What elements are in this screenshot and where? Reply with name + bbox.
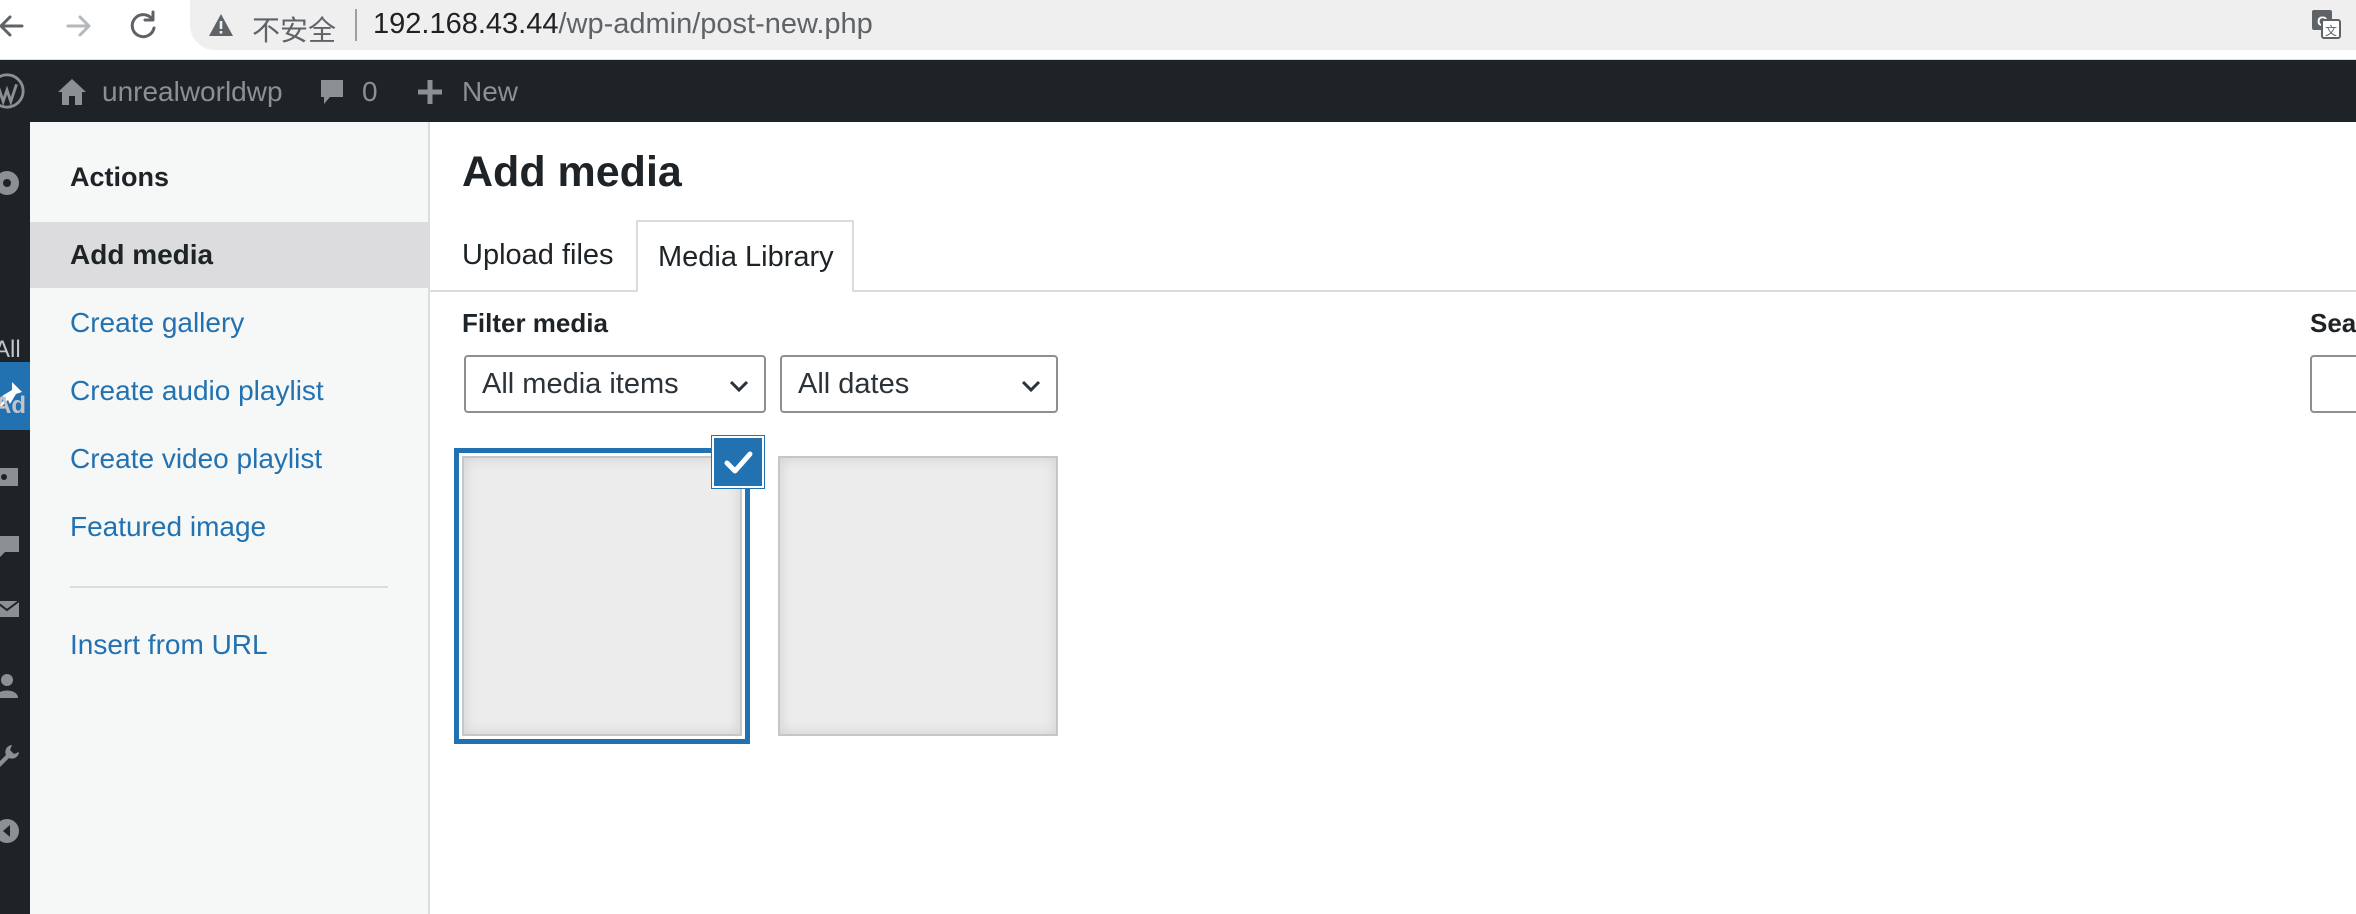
menu-item-add-media[interactable]: Add media <box>30 222 428 288</box>
admin-bar-site[interactable]: unrealworldwp <box>56 76 283 108</box>
back-arrow-icon[interactable] <box>0 6 32 46</box>
chevron-down-icon <box>1021 380 1041 393</box>
attachment-thumbnail[interactable] <box>778 456 1058 736</box>
menu-item-create-video-playlist[interactable]: Create video playlist <box>30 426 428 492</box>
menu-separator <box>70 586 388 588</box>
media-type-select[interactable]: All media items <box>464 355 766 413</box>
forward-arrow-icon[interactable] <box>58 6 98 46</box>
dashboard-icon[interactable] <box>0 166 22 196</box>
search-media-input[interactable] <box>2310 355 2356 413</box>
comments-count: 0 <box>362 76 378 107</box>
users-icon[interactable] <box>0 670 22 700</box>
url-host: 192.168.43.44 <box>373 8 559 40</box>
plus-icon <box>418 80 442 104</box>
menu-item-create-gallery[interactable]: Create gallery <box>30 290 428 356</box>
admin-menu-add-label[interactable]: Ad <box>0 392 26 420</box>
url-divider <box>355 9 357 41</box>
media-modal-menu: Actions Add media Create gallery Create … <box>30 122 430 914</box>
search-media-label: Sea <box>2310 308 2356 338</box>
url-path: /wp-admin/post-new.php <box>558 8 873 40</box>
url-text[interactable]: 192.168.43.44/wp-admin/post-new.php <box>373 8 873 41</box>
tools-icon[interactable] <box>0 742 22 772</box>
collapse-menu-icon[interactable] <box>0 816 22 846</box>
browser-toolbar: 不安全 192.168.43.44/wp-admin/post-new.php … <box>0 0 2356 60</box>
address-bar[interactable]: 不安全 192.168.43.44/wp-admin/post-new.php … <box>190 0 2356 50</box>
menu-heading: Actions <box>70 162 170 192</box>
admin-bar-comments[interactable]: 0 <box>318 76 378 108</box>
menu-item-featured-image[interactable]: Featured image <box>30 494 428 560</box>
comments-menu-icon[interactable] <box>0 532 22 562</box>
feedback-icon[interactable] <box>0 594 22 624</box>
media-date-select[interactable]: All dates <box>780 355 1058 413</box>
admin-bar-new[interactable]: New <box>416 76 518 108</box>
translate-icon[interactable]: G文 <box>2310 8 2342 40</box>
menu-item-insert-from-url[interactable]: Insert from URL <box>30 612 428 678</box>
chevron-down-icon <box>729 380 749 393</box>
tab-media-library[interactable]: Media Library <box>636 220 854 292</box>
tab-upload-files[interactable]: Upload files <box>462 220 632 290</box>
wp-admin-bar: unrealworldwp 0 New <box>0 60 2356 122</box>
new-label: New <box>462 76 519 107</box>
media-date-select-value: All dates <box>798 368 910 400</box>
admin-menu-all-label[interactable]: All <box>0 336 21 364</box>
admin-side-menu: All Ad <box>0 122 30 914</box>
media-icon[interactable] <box>0 462 22 492</box>
svg-text:文: 文 <box>2325 23 2337 38</box>
media-type-select-value: All media items <box>482 368 679 400</box>
reload-icon[interactable] <box>123 6 163 46</box>
menu-item-create-audio-playlist[interactable]: Create audio playlist <box>30 358 428 424</box>
security-label: 不安全 <box>252 15 337 46</box>
media-frame-title: Add media <box>462 148 682 196</box>
site-name: unrealworldwp <box>102 76 283 107</box>
media-router-tabs: Upload files Media Library <box>430 220 2356 292</box>
filter-media-label: Filter media <box>462 308 608 338</box>
media-modal: Actions Add media Create gallery Create … <box>30 122 2356 914</box>
comment-icon <box>321 80 343 104</box>
attachment-thumbnail[interactable] <box>462 456 742 736</box>
wordpress-logo-icon[interactable] <box>0 70 26 112</box>
warning-icon <box>209 14 233 36</box>
home-icon <box>58 79 86 105</box>
selected-check-icon[interactable] <box>714 438 762 486</box>
